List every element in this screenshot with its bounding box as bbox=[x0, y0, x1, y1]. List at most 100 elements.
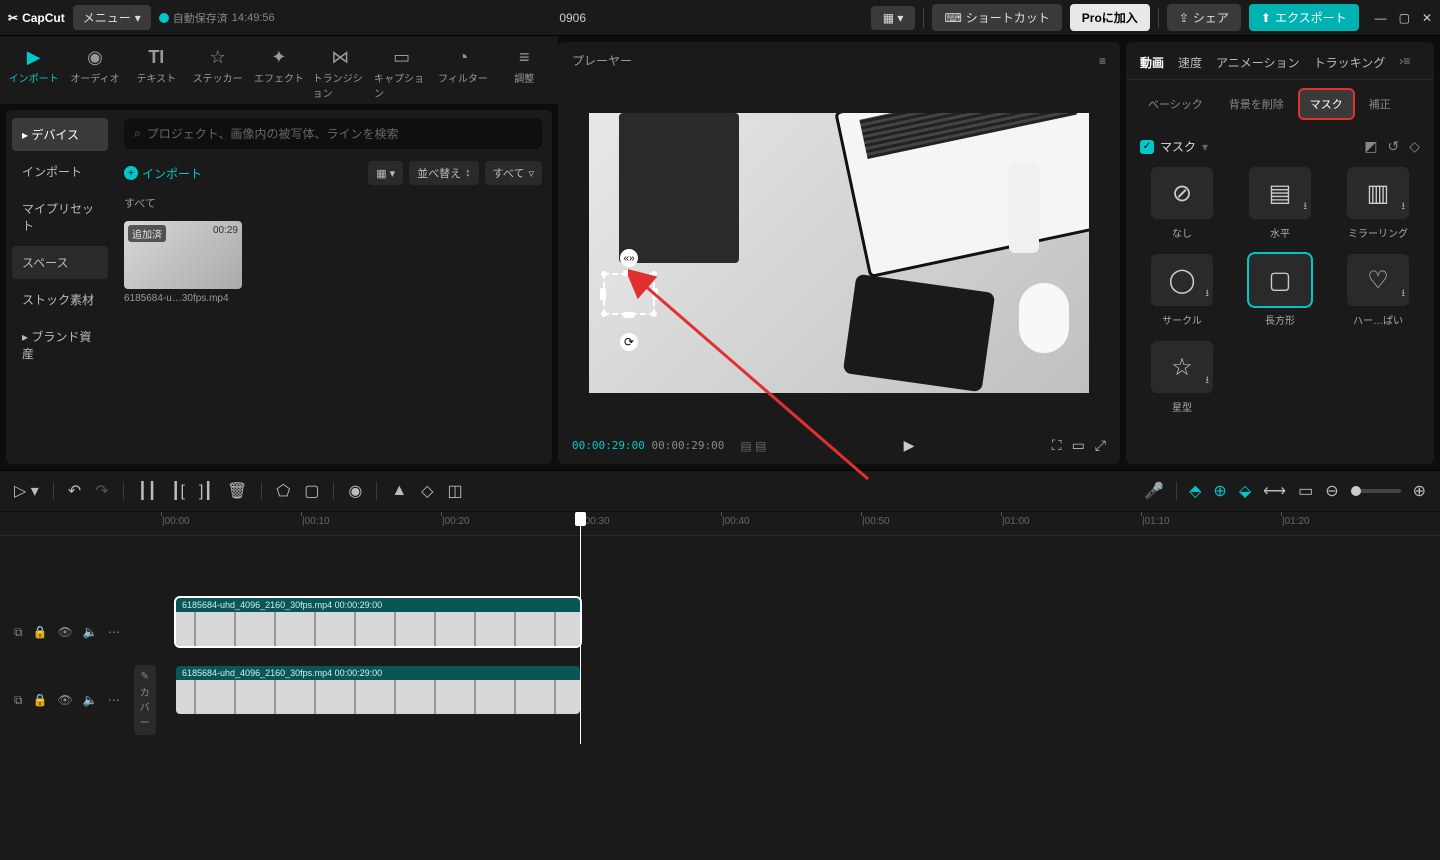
import-button[interactable]: + インポート bbox=[124, 165, 202, 182]
tab-import[interactable]: ▶ インポート bbox=[4, 42, 63, 104]
nav-device[interactable]: ▸ デバイス bbox=[12, 118, 108, 151]
filter-all-button[interactable]: すべて ▿ bbox=[485, 161, 542, 185]
tab-tracking[interactable]: トラッキング bbox=[1314, 54, 1386, 71]
subtab-mask[interactable]: マスク bbox=[1300, 90, 1353, 118]
zoom-slider[interactable] bbox=[1351, 489, 1401, 493]
mask-none[interactable]: ⊘ なし bbox=[1140, 167, 1224, 240]
track-lock-icon[interactable]: 🔒 bbox=[33, 625, 48, 639]
mask-transform-overlay[interactable]: «» ⟳ bbox=[603, 273, 655, 315]
mask-expand-handle[interactable]: «» bbox=[620, 249, 638, 267]
export-button[interactable]: ⬆エクスポート bbox=[1249, 4, 1359, 31]
mask-rectangle[interactable]: ▢ 長方形 bbox=[1238, 254, 1322, 327]
scale-icon[interactable]: ⛶ bbox=[1052, 437, 1062, 454]
pro-button[interactable]: Proに加入 bbox=[1070, 4, 1150, 31]
mask-heart[interactable]: ♡⭳ ハー…ぱい bbox=[1336, 254, 1420, 327]
subtab-correct[interactable]: 補正 bbox=[1359, 90, 1401, 118]
preview-quality-icon[interactable]: ▤ ▤ bbox=[740, 439, 766, 453]
timeline-ruler[interactable]: |00:00|00:10|00:20|00:30|00:40|00:50|01:… bbox=[0, 512, 1440, 536]
clip-track-1[interactable]: 6185684-uhd_4096_2160_30fps.mp4 00:00:29… bbox=[176, 666, 580, 714]
zoom-out[interactable]: ⊖ bbox=[1325, 481, 1338, 501]
close-button[interactable]: ✕ bbox=[1422, 11, 1432, 25]
rotate-tool[interactable]: ◇ bbox=[421, 481, 433, 501]
record-tool[interactable]: ◉ bbox=[348, 481, 362, 501]
undo-button[interactable]: ↶ bbox=[68, 481, 81, 501]
mask-reset-icon[interactable]: ↺ bbox=[1387, 138, 1399, 155]
layout-button[interactable]: ▦ ▾ bbox=[871, 6, 916, 30]
mask-star[interactable]: ☆⭳ 星型 bbox=[1140, 341, 1224, 414]
player-title: プレーヤー bbox=[572, 52, 632, 69]
subtab-basic[interactable]: ベーシック bbox=[1138, 90, 1213, 118]
shortcut-button[interactable]: ⌨ショートカット bbox=[932, 4, 1061, 31]
sort-button[interactable]: 並べ替え ↕ bbox=[409, 161, 479, 185]
tab-adjust[interactable]: ≡ 調整 bbox=[495, 42, 554, 104]
tab-video[interactable]: 動画 bbox=[1140, 54, 1164, 71]
track-vol-icon[interactable]: 🔈 bbox=[83, 625, 98, 639]
track-eye-icon[interactable]: 👁 bbox=[58, 693, 73, 707]
subtab-removebg[interactable]: 背景を削除 bbox=[1219, 90, 1294, 118]
text-icon: TI bbox=[148, 46, 164, 68]
mask-mirror[interactable]: ▥⭳ ミラーリング bbox=[1336, 167, 1420, 240]
menu-button[interactable]: メニュー▾ bbox=[73, 5, 151, 30]
tab-animation[interactable]: アニメーション bbox=[1216, 54, 1300, 71]
player-viewport[interactable]: «» ⟳ bbox=[558, 79, 1120, 427]
link-tool[interactable]: ⬙ bbox=[1239, 481, 1251, 501]
marker-tool[interactable]: ⬠ bbox=[276, 481, 290, 501]
tab-sticker[interactable]: ☆ ステッカー bbox=[188, 42, 247, 104]
playhead[interactable] bbox=[580, 512, 581, 744]
tab-audio[interactable]: ◉ オーディオ bbox=[65, 42, 124, 104]
track-vol-icon[interactable]: 🔈 bbox=[83, 693, 98, 707]
mask-horizontal[interactable]: ▤⭳ 水平 bbox=[1238, 167, 1322, 240]
tab-caption[interactable]: ▭ キャプション bbox=[372, 42, 431, 104]
pointer-tool[interactable]: ▷ ▾ bbox=[14, 481, 39, 501]
mirror-tool[interactable]: ▲ bbox=[391, 482, 407, 500]
crop-tool[interactable]: ▢ bbox=[304, 481, 319, 501]
mask-circle[interactable]: ◯⭳ サークル bbox=[1140, 254, 1224, 327]
nav-stock[interactable]: ストック素材 bbox=[12, 283, 108, 316]
snap-tool[interactable]: ⬘ bbox=[1189, 481, 1201, 501]
ratio-icon[interactable]: ▭ bbox=[1072, 437, 1085, 454]
player-menu-icon[interactable]: ≡ bbox=[1099, 54, 1106, 68]
track-lock-icon[interactable]: 🔒 bbox=[33, 693, 48, 707]
mask-keyframe-icon[interactable]: ◇ bbox=[1409, 138, 1420, 155]
track-eye-icon[interactable]: 👁 bbox=[58, 625, 73, 639]
view-grid-button[interactable]: ▦ ▾ bbox=[368, 161, 403, 185]
clip-track-2[interactable]: 6185684-uhd_4096_2160_30fps.mp4 00:00:29… bbox=[176, 598, 580, 646]
align-tool[interactable]: ⟷ bbox=[1263, 481, 1286, 501]
tab-filter[interactable]: ◔ フィルター bbox=[433, 42, 492, 104]
zoom-in[interactable]: ⊕ bbox=[1413, 481, 1426, 501]
nav-preset[interactable]: マイプリセット bbox=[12, 192, 108, 242]
tab-transition[interactable]: ⋈ トランジション bbox=[311, 42, 370, 104]
nav-space[interactable]: スペース bbox=[12, 246, 108, 279]
magnet-tool[interactable]: ⊕ bbox=[1213, 481, 1226, 501]
timeline-tracks[interactable]: 6185684-uhd_4096_2160_30fps.mp4 00:00:29… bbox=[162, 536, 1440, 744]
mask-enabled-checkbox[interactable]: ✓ bbox=[1140, 140, 1154, 154]
mic-icon[interactable]: 🎤 bbox=[1144, 481, 1164, 501]
mask-invert-icon[interactable]: ◩ bbox=[1364, 138, 1377, 155]
track-dup-icon[interactable]: ⧉ bbox=[14, 693, 23, 708]
track-more-icon[interactable]: ⋯ bbox=[108, 693, 120, 707]
trim-right-tool[interactable]: ]┃ bbox=[199, 481, 213, 501]
tab-speed[interactable]: 速度 bbox=[1178, 54, 1202, 71]
tab-text[interactable]: TI テキスト bbox=[127, 42, 186, 104]
timeline-toolbar: ▷ ▾ ↶ ↷ ┃┃ ┃[ ]┃ 🗑 ⬠ ▢ ◉ ▲ ◇ ◫ 🎤 ⬘ ⊕ ⬙ ⟷… bbox=[0, 471, 1440, 512]
media-thumbnail[interactable]: 追加済 00:29 6185684-u…30fps.mp4 bbox=[124, 221, 242, 304]
play-button[interactable]: ▶ bbox=[904, 437, 915, 454]
preview-tool[interactable]: ▭ bbox=[1298, 481, 1313, 501]
crop2-tool[interactable]: ◫ bbox=[447, 481, 462, 501]
maximize-button[interactable]: ▢ bbox=[1399, 11, 1410, 25]
share-button[interactable]: ⇪シェア bbox=[1167, 4, 1241, 31]
tab-effect[interactable]: ✦ エフェクト bbox=[249, 42, 308, 104]
search-input[interactable]: ⌕ プロジェクト、画像内の被写体、ラインを検索 bbox=[124, 118, 542, 149]
minimize-button[interactable]: — bbox=[1375, 11, 1387, 25]
mask-rotate-handle[interactable]: ⟳ bbox=[620, 333, 638, 351]
track-more-icon[interactable]: ⋯ bbox=[108, 625, 120, 639]
cover-button[interactable]: ✎カバー bbox=[134, 665, 156, 735]
nav-import[interactable]: インポート bbox=[12, 155, 108, 188]
split-tool[interactable]: ┃┃ bbox=[138, 481, 157, 501]
track-dup-icon[interactable]: ⧉ bbox=[14, 625, 23, 640]
redo-button[interactable]: ↷ bbox=[95, 481, 108, 501]
nav-brand[interactable]: ▸ ブランド資産 bbox=[12, 320, 108, 370]
trim-left-tool[interactable]: ┃[ bbox=[171, 481, 185, 501]
fullscreen-icon[interactable]: ⤢ bbox=[1095, 437, 1106, 454]
delete-tool[interactable]: 🗑 bbox=[227, 481, 247, 501]
